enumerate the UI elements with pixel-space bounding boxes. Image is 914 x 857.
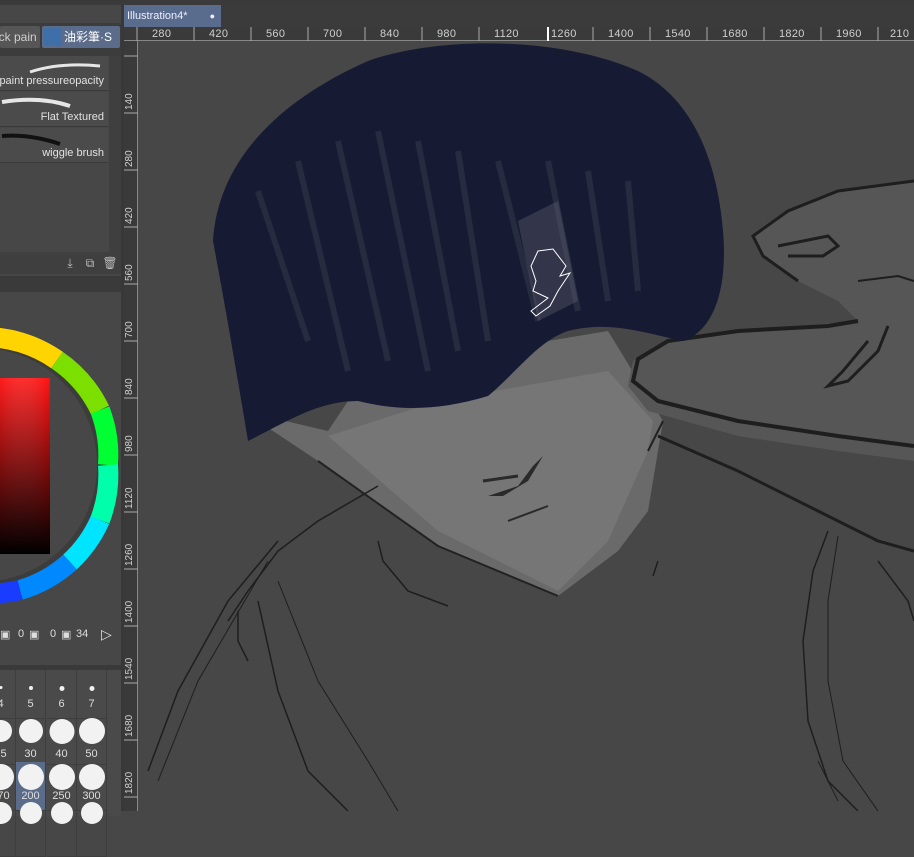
document-tab-title: Illustration4* <box>127 10 188 22</box>
duplicate-icon[interactable]: ⧉ <box>82 255 98 271</box>
brush-panel-footer: ⤓ ⧉ 🗑 <box>0 252 121 274</box>
horizontal-ruler: 280 420 560 700 840 980 1120 1260 1400 1… <box>124 27 914 41</box>
close-tab-icon[interactable]: ● <box>210 5 215 27</box>
ruler-v-label: 1260 <box>124 543 135 566</box>
ruler-v-label: 700 <box>124 321 135 338</box>
color-wheel[interactable] <box>0 300 121 630</box>
ruler-h-label: 560 <box>266 28 286 40</box>
brush-size-label: 40 <box>55 748 68 760</box>
brush-size-cell[interactable]: 5 <box>16 670 46 719</box>
brush-list-scrollbar[interactable] <box>109 56 121 252</box>
ruler-h-label: 1960 <box>836 28 862 40</box>
s-icon: ▣ <box>29 629 40 641</box>
brush-size-cell[interactable] <box>77 802 107 857</box>
ruler-h-label: 280 <box>152 28 172 40</box>
document-tab-bar: Illustration4* ● <box>124 5 914 27</box>
ruler-v-label: 1540 <box>124 657 135 680</box>
brush-size-label: 250 <box>52 790 71 802</box>
color-value-readout: ▣ 0 ▣ 0 ▣ 34 ▷ <box>0 625 121 645</box>
brush-size-label: 170 <box>0 790 10 802</box>
h-icon: ▣ <box>0 629 11 641</box>
brush-size-label: 30 <box>24 748 37 760</box>
oil-brush-thumbnail-icon <box>44 28 62 46</box>
play-icon[interactable]: ▷ <box>101 626 112 643</box>
ruler-v-label: 140 <box>124 93 135 110</box>
brush-size-label: 50 <box>85 748 98 760</box>
sub-tool-tab-thick-paint[interactable]: ick pain <box>0 26 40 48</box>
brush-size-label: 200 <box>21 790 40 802</box>
brush-size-cell[interactable] <box>0 802 16 857</box>
brush-size-label: 4 <box>0 698 4 710</box>
brush-item[interactable]: wiggle brush <box>0 128 108 163</box>
ruler-h-label: 1820 <box>779 28 805 40</box>
color-panel-tab-bar <box>0 276 121 292</box>
brush-item-label: wiggle brush <box>42 147 104 159</box>
color-value-1: 0 <box>18 628 25 640</box>
vertical-ruler: 140 280 420 560 700 840 980 1120 1260 14… <box>124 41 138 811</box>
ruler-v-label: 840 <box>124 378 135 395</box>
ruler-h-label: 420 <box>209 28 229 40</box>
color-value-2: 0 <box>50 628 57 640</box>
ruler-h-label: 1680 <box>722 28 748 40</box>
brush-size-grid: 4 5 6 7 25 30 40 50 170 200 250 300 <box>0 670 121 857</box>
brush-size-label: 5 <box>27 698 34 710</box>
ruler-h-label: 700 <box>323 28 343 40</box>
ruler-v-label: 280 <box>124 150 135 167</box>
ruler-h-label: 840 <box>380 28 400 40</box>
trash-icon[interactable]: 🗑 <box>102 255 118 271</box>
sub-tool-tab-bar: ick pain 油彩筆·S <box>0 23 121 56</box>
color-value-3: 34 <box>76 628 89 640</box>
brush-size-cell[interactable]: 30 <box>16 716 46 765</box>
brush-size-cell[interactable] <box>16 802 46 857</box>
ruler-v-label: 1820 <box>124 771 135 794</box>
brush-size-cell[interactable]: 7 <box>77 670 107 719</box>
brush-item[interactable]: Flat Textured <box>0 92 108 127</box>
ruler-v-label: 1680 <box>124 714 135 737</box>
document-tab[interactable]: Illustration4* ● <box>124 5 221 27</box>
sub-tool-tab-label: 油彩筆·S <box>64 30 113 44</box>
brush-size-label: 7 <box>88 698 95 710</box>
brush-item[interactable]: l paint pressureopacity <box>0 56 108 91</box>
brush-size-cell[interactable]: 50 <box>77 716 107 765</box>
download-icon[interactable]: ⤓ <box>62 255 78 271</box>
ruler-h-label: 210 <box>890 28 910 40</box>
ruler-h-label: 1540 <box>665 28 691 40</box>
ruler-v-label: 980 <box>124 435 135 452</box>
brush-item-label: l paint pressureopacity <box>0 75 104 87</box>
ruler-v-label: 420 <box>124 207 135 224</box>
brush-size-label: 6 <box>58 698 65 710</box>
brush-size-cell[interactable]: 25 <box>0 716 16 765</box>
ruler-h-label: 1400 <box>608 28 634 40</box>
brush-item-label: Flat Textured <box>40 111 104 123</box>
ruler-v-label: 1120 <box>124 487 135 509</box>
brush-size-label: 300 <box>82 790 101 802</box>
ruler-h-label: 1120 <box>494 28 519 40</box>
brush-size-cell[interactable]: 6 <box>47 670 77 719</box>
brush-size-cell[interactable]: 40 <box>47 716 77 765</box>
brush-size-label: 25 <box>0 748 7 760</box>
drawing-canvas[interactable] <box>138 41 914 811</box>
ruler-h-label: 1260 <box>551 28 577 40</box>
ruler-v-label: 1400 <box>124 600 135 623</box>
left-panel: ick pain 油彩筆·S l paint pressureopacity F… <box>0 5 121 857</box>
ruler-h-label: 980 <box>437 28 457 40</box>
brush-size-cell[interactable]: 4 <box>0 670 16 719</box>
sub-tool-tab-oil-brush[interactable]: 油彩筆·S <box>42 26 120 48</box>
v-icon: ▣ <box>61 629 72 641</box>
brush-size-cell[interactable] <box>47 802 77 857</box>
ruler-v-label: 560 <box>124 264 135 281</box>
